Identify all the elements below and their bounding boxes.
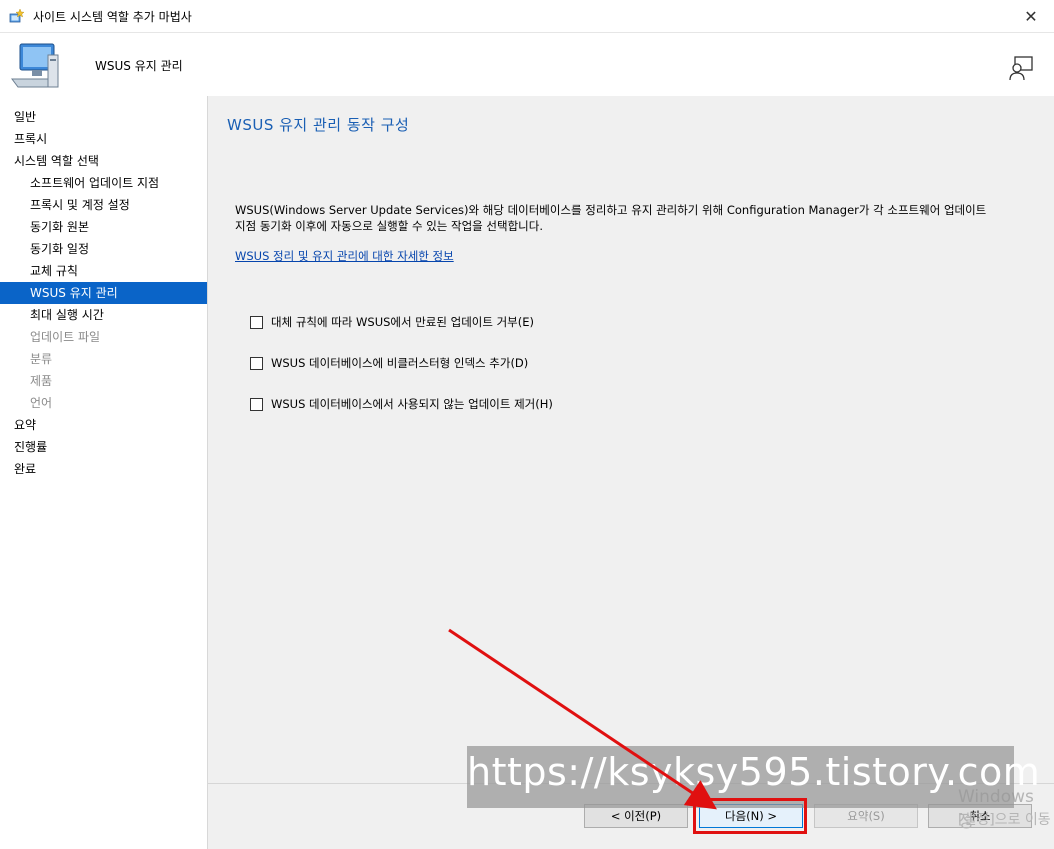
decline-expired-updates-checkbox[interactable]: 대체 규칙에 따라 WSUS에서 만료된 업데이트 거부(E) [250, 314, 534, 330]
nav-item-sync-source: 동기화 원본 [30, 220, 90, 234]
checkbox-box[interactable] [250, 356, 263, 370]
nav-item-general: 일반 [14, 110, 37, 124]
checkbox-box[interactable] [250, 315, 263, 329]
steps-list: 일반 프록시 시스템 역할 선택 소프트웨어 업데이트 지점 프록시 및 계정 … [0, 96, 207, 480]
wizard-steps-nav: 일반 프록시 시스템 역할 선택 소프트웨어 업데이트 지점 프록시 및 계정 … [0, 96, 208, 849]
nav-item-completion: 완료 [14, 462, 37, 476]
nav-item-proxy-account-settings: 프록시 및 계정 설정 [30, 198, 130, 212]
help-person-icon[interactable] [1008, 55, 1034, 81]
more-info-link[interactable]: WSUS 정리 및 유지 관리에 대한 자세한 정보 [235, 248, 454, 264]
nav-item-products: 제품 [30, 374, 53, 388]
nav-item-system-role-selection: 시스템 역할 선택 [14, 154, 99, 168]
windows-activation-subtitle: [설정]으로 이동 [958, 812, 1051, 828]
checkbox-label: WSUS 데이터베이스에서 사용되지 않는 업데이트 제거(H) [271, 397, 553, 411]
description-line-1: WSUS(Windows Server Update Services)와 해당… [235, 203, 987, 217]
nav-item-update-files: 업데이트 파일 [30, 330, 101, 344]
nav-item-progress: 진행률 [14, 440, 48, 454]
wizard-icon [9, 8, 25, 23]
nav-item-software-update-point: 소프트웨어 업데이트 지점 [30, 176, 160, 190]
header-title: WSUS 유지 관리 [95, 59, 183, 73]
main-panel: WSUS 유지 관리 동작 구성 WSUS(Windows Server Upd… [208, 96, 1054, 849]
close-button[interactable]: ✕ [1008, 0, 1054, 32]
nav-item-languages: 언어 [30, 396, 53, 410]
title-bar: 사이트 시스템 역할 추가 마법사 ✕ [0, 0, 1054, 32]
nav-item-summary: 요약 [14, 418, 37, 432]
nav-item-supersedence-rules: 교체 규칙 [30, 264, 78, 278]
page-title: WSUS 유지 관리 동작 구성 [227, 116, 410, 134]
page-description: WSUS(Windows Server Update Services)와 해당… [235, 202, 1025, 234]
close-icon: ✕ [1024, 6, 1038, 26]
add-nonclustered-indexes-checkbox[interactable]: WSUS 데이터베이스에 비클러스터형 인덱스 추가(D) [250, 355, 528, 371]
checkbox-box[interactable] [250, 397, 263, 411]
nav-item-max-run-time: 최대 실행 시간 [30, 308, 104, 322]
wizard-header: WSUS 유지 관리 [0, 32, 1054, 97]
next-button-highlight [693, 798, 807, 834]
nav-item-proxy: 프록시 [14, 132, 48, 146]
nav-item-classifications: 분류 [30, 352, 53, 366]
nav-item-sync-schedule: 동기화 일정 [30, 242, 90, 256]
computer-icon [11, 43, 59, 88]
checkbox-label: 대체 규칙에 따라 WSUS에서 만료된 업데이트 거부(E) [271, 315, 534, 329]
checkbox-label: WSUS 데이터베이스에 비클러스터형 인덱스 추가(D) [271, 356, 529, 370]
remove-obsolete-updates-checkbox[interactable]: WSUS 데이터베이스에서 사용되지 않는 업데이트 제거(H) [250, 396, 553, 412]
nav-item-wsus-maintenance: WSUS 유지 관리 [0, 282, 207, 304]
watermark-text: https://ksyksy595.tistory.com [467, 750, 1041, 794]
window-title: 사이트 시스템 역할 추가 마법사 [33, 10, 192, 24]
description-line-2: 지점 동기화 이후에 자동으로 실행할 수 있는 작업을 선택합니다. [235, 219, 543, 233]
